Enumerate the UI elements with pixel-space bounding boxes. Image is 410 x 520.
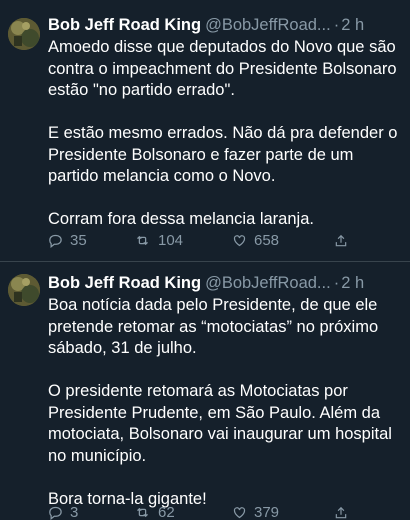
timeline-feed: Bob Jeff Road King @BobJeffRoad... · 2 h… [0, 0, 410, 520]
retweet-icon [137, 507, 148, 518]
tweet-time[interactable]: 2 h [341, 14, 364, 36]
share-icon [335, 234, 347, 246]
author-handle[interactable]: @BobJeffRoad... [205, 14, 331, 36]
retweet-button[interactable]: 62 [134, 504, 232, 520]
like-button[interactable]: 658 [232, 232, 334, 249]
like-count: 379 [254, 504, 280, 520]
author-name[interactable]: Bob Jeff Road King [48, 14, 201, 36]
tweet-paragraph: Amoedo disse que deputados do Novo que s… [48, 38, 397, 99]
tweet-text: Amoedo disse que deputados do Novo que s… [48, 37, 398, 231]
tweet-actions: 3 62 379 [48, 504, 398, 520]
tweet-time[interactable]: 2 h [341, 272, 364, 294]
tweet[interactable]: Bob Jeff Road King @BobJeffRoad... · 2 h… [0, 0, 410, 262]
share-button[interactable] [334, 506, 358, 520]
reply-icon [49, 506, 62, 520]
share-icon [335, 506, 347, 518]
like-count: 658 [254, 232, 280, 249]
author-handle[interactable]: @BobJeffRoad... [205, 272, 331, 294]
reply-count: 35 [70, 232, 87, 249]
avatar[interactable] [8, 18, 40, 50]
header-separator: · [333, 16, 340, 34]
author-name[interactable]: Bob Jeff Road King [48, 272, 201, 294]
reply-button[interactable]: 3 [48, 504, 134, 520]
reply-count: 3 [70, 504, 79, 520]
tweet[interactable]: Bob Jeff Road King @BobJeffRoad... · 2 h… [0, 262, 410, 520]
tweet-header: Bob Jeff Road King @BobJeffRoad... · 2 h [48, 14, 398, 36]
tweet-actions: 35 104 658 [48, 232, 398, 249]
tweet-paragraph: Boa notícia dada pelo Presidente, de que… [48, 296, 379, 357]
reply-icon [49, 234, 62, 248]
tweet-paragraph: E estão mesmo errados. Não dá pra defend… [48, 124, 398, 185]
retweet-count: 104 [158, 232, 184, 249]
header-separator: · [333, 274, 340, 292]
retweet-button[interactable]: 104 [134, 232, 232, 249]
retweet-icon [137, 235, 148, 246]
avatar[interactable] [8, 274, 40, 306]
like-button[interactable]: 379 [232, 504, 334, 520]
like-icon [233, 507, 246, 519]
tweet-paragraph: O presidente retomará as Motociatas por … [48, 382, 392, 465]
tweet-paragraph: Corram fora dessa melancia laranja. [48, 210, 314, 228]
tweet-header: Bob Jeff Road King @BobJeffRoad... · 2 h [48, 272, 398, 294]
reply-button[interactable]: 35 [48, 232, 134, 249]
tweet-text: Boa notícia dada pelo Presidente, de que… [48, 295, 398, 510]
share-button[interactable] [334, 234, 358, 248]
retweet-count: 62 [158, 504, 175, 520]
like-icon [233, 235, 246, 247]
